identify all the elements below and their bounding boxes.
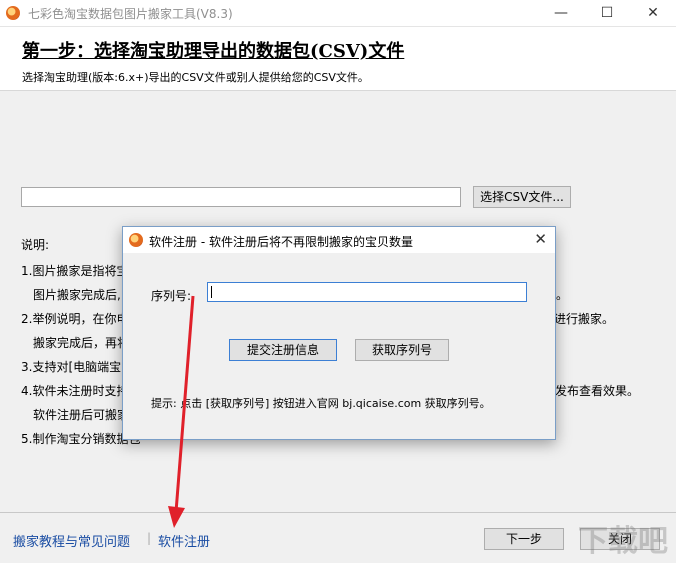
csv-path-input[interactable] [21, 187, 461, 207]
info-line: 1.图片搬家是指将宝 [21, 264, 129, 278]
info-line: 图片搬家完成后, [33, 288, 121, 302]
info-line-tail: 。 [556, 288, 569, 302]
info-line: 3.支持对[电脑端宝 [21, 360, 122, 374]
info-line-tail: 发布查看效果。 [555, 384, 640, 398]
submit-registration-button[interactable]: 提交注册信息 [229, 339, 337, 361]
link-separator: | [147, 531, 152, 545]
info-line: 搬家完成后，再将 [33, 336, 130, 350]
tutorial-link[interactable]: 搬家教程与常见问题 [13, 531, 130, 550]
text-caret [211, 286, 212, 298]
register-link[interactable]: 软件注册 [158, 531, 210, 550]
next-step-button[interactable]: 下一步 [484, 528, 564, 550]
app-logo-icon [129, 233, 143, 247]
maximize-button[interactable]: ☐ [584, 0, 630, 26]
dialog-hint: 提示: 点击 [获取序列号] 按钮进入官网 bj.qicaise.com 获取序… [151, 397, 491, 410]
app-logo-icon [6, 6, 20, 20]
dialog-title: 软件注册 - 软件注册后将不再限制搬家的宝贝数量 [149, 235, 413, 249]
close-button[interactable]: ✕ [630, 0, 676, 26]
step-description: 选择淘宝助理(版本:6.x+)导出的CSV文件或别人提供给您的CSV文件。 [22, 71, 369, 84]
get-serial-button[interactable]: 获取序列号 [355, 339, 449, 361]
minimize-button[interactable]: — [538, 0, 584, 26]
serial-label: 序列号: [151, 289, 192, 303]
step-title: 第一步：选择淘宝助理导出的数据包(CSV)文件 [22, 41, 405, 62]
watermark: 下载吧 [578, 524, 668, 559]
bottom-bar: 搬家教程与常见问题 | 软件注册 下一步 关闭 [0, 512, 676, 563]
info-line: 2.举例说明，在你电 [21, 312, 129, 326]
registration-dialog: 软件注册 - 软件注册后将不再限制搬家的宝贝数量 ✕ 序列号: 提交注册信息 获… [122, 226, 556, 440]
dialog-close-button[interactable]: ✕ [534, 230, 547, 248]
window-title: 七彩色淘宝数据包图片搬家工具(V8.3) [28, 7, 233, 21]
info-line-tail: 进行搬家。 [554, 312, 615, 326]
serial-number-input[interactable] [207, 282, 527, 302]
select-csv-button[interactable]: 选择CSV文件... [473, 186, 571, 208]
info-line: 4.软件未注册时支持 [21, 384, 129, 398]
title-bar: 七彩色淘宝数据包图片搬家工具(V8.3) — ☐ ✕ [0, 0, 676, 27]
info-heading: 说明: [21, 238, 50, 252]
dialog-title-bar: 软件注册 - 软件注册后将不再限制搬家的宝贝数量 ✕ [123, 227, 555, 253]
info-line: 软件注册后可搬家 [33, 408, 130, 422]
step-header: 第一步：选择淘宝助理导出的数据包(CSV)文件 选择淘宝助理(版本:6.x+)导… [0, 27, 676, 91]
